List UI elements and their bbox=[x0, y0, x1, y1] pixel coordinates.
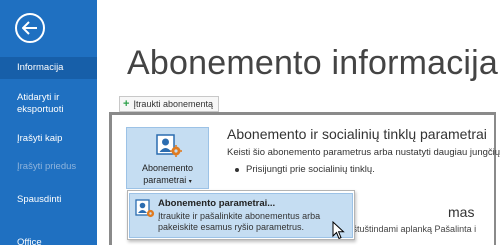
menu-item-description: Įtraukite ir pašalinkite abonementus arb… bbox=[158, 211, 320, 233]
back-arrow-icon[interactable] bbox=[15, 13, 45, 43]
add-subscription-label: Įtraukti abonementą bbox=[133, 99, 213, 109]
social-connect-label: Prisijungti prie socialinių tinklų. bbox=[246, 164, 375, 175]
menu-item-title: Abonemento parametrai... bbox=[158, 198, 276, 209]
sidebar-item-spausdinti[interactable]: Spausdinti bbox=[0, 194, 97, 206]
sidebar-item-atidaryti-ir-eksportuoti[interactable]: Atidaryti ir eksportuoti bbox=[0, 92, 97, 116]
account-settings-icon bbox=[156, 134, 182, 163]
background-heading-fragment: mas bbox=[448, 204, 475, 220]
account-settings-small-icon bbox=[135, 199, 155, 224]
social-connect-link[interactable]: Prisijungti prie socialinių tinklų. bbox=[235, 164, 375, 175]
backstage-sidebar: Informacija Atidaryti ir eksportuoti Įra… bbox=[0, 0, 97, 245]
plus-icon: + bbox=[123, 98, 130, 110]
sidebar-item-irasyti-priedus: Įrašyti priedus bbox=[17, 161, 77, 172]
background-text-fragment: oty ištuštindami aplanką Pašalinta i bbox=[336, 224, 477, 234]
page-title: Abonemento informacija bbox=[127, 44, 499, 82]
menu-item-desc-line1: Įtraukite ir pašalinkite abonementus arb… bbox=[158, 211, 321, 221]
sidebar-item-office[interactable]: Office bbox=[0, 237, 97, 245]
sidebar-item-irasyti-kaip[interactable]: Įrašyti kaip bbox=[0, 133, 97, 145]
sidebar-item-label: Atidaryti ir eksportuoti bbox=[17, 92, 64, 115]
subscription-settings-menu: Abonemento parametrai... Įtraukite ir pa… bbox=[127, 190, 355, 240]
bullet-icon bbox=[235, 167, 239, 172]
add-subscription-button[interactable]: + Įtraukti abonementą bbox=[119, 96, 219, 112]
section-description: Keisti šio abonemento parametrus arba nu… bbox=[227, 147, 500, 158]
main-content: Abonemento informacija + Įtraukti abonem… bbox=[97, 0, 500, 245]
menu-item-desc-line2: pakeiskite esamus ryšio parametrus. bbox=[158, 222, 305, 232]
mouse-cursor-icon bbox=[332, 220, 345, 245]
section-title: Abonemento ir socialinių tinklų parametr… bbox=[227, 126, 487, 142]
tile-label-line2: parametrai ▾ bbox=[127, 174, 208, 188]
subscription-settings-button[interactable]: Abonemento parametrai ▾ bbox=[126, 127, 209, 189]
tile-label-line2-text: parametrai bbox=[143, 175, 187, 185]
dropdown-caret-icon: ▾ bbox=[188, 179, 192, 185]
sidebar-item-informacija[interactable]: Informacija bbox=[0, 57, 97, 79]
tile-label-line1: Abonemento bbox=[141, 163, 194, 173]
menu-item-subscription-settings[interactable]: Abonemento parametrai... Įtraukite ir pa… bbox=[129, 193, 353, 238]
subscription-settings-label: Abonemento parametrai ▾ bbox=[127, 162, 208, 188]
